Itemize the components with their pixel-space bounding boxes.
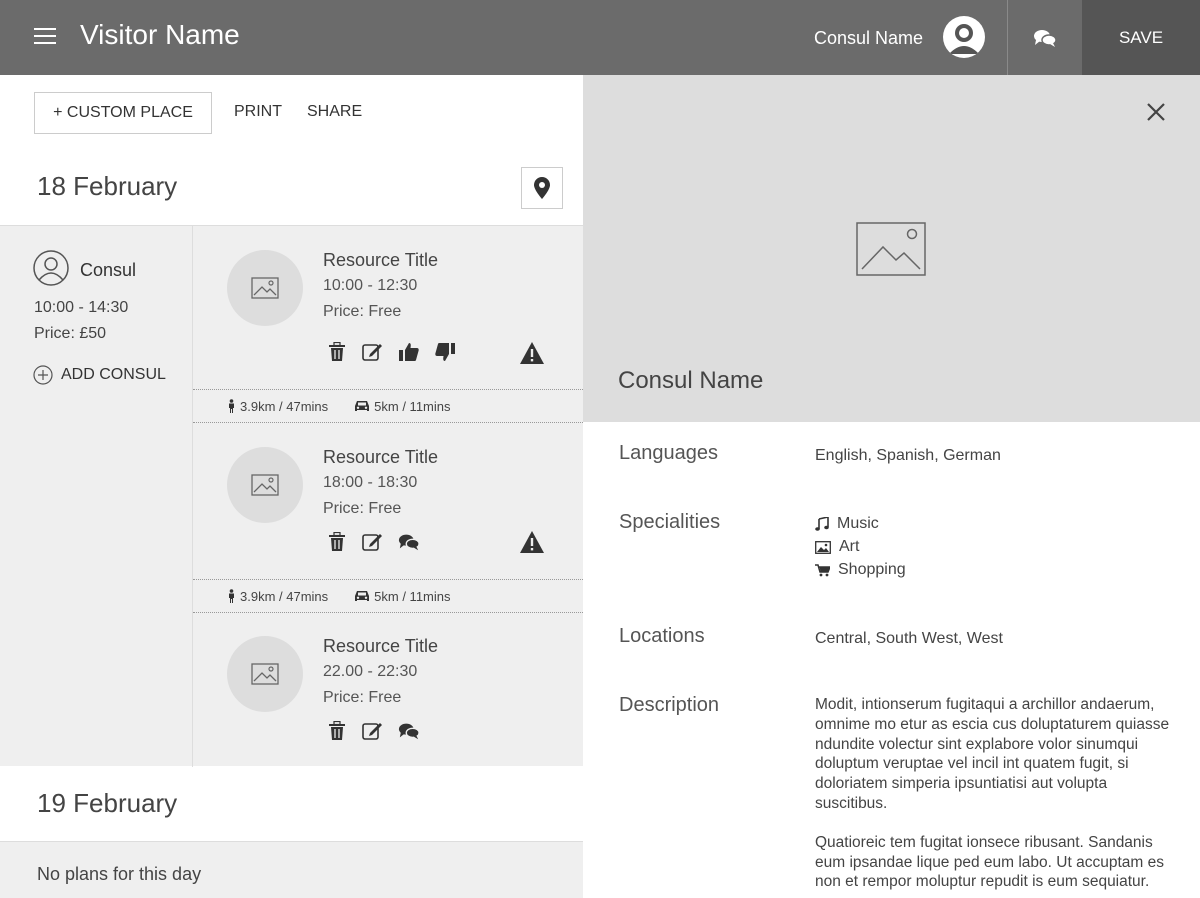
add-consul-label: ADD CONSUL <box>61 366 166 383</box>
resource-card[interactable]: Resource Title 22.00 - 22:30 Price: Free <box>193 613 583 766</box>
specialities-label: Specialities <box>619 511 721 533</box>
description-paragraph: Quatioreic tem fugitat ionsece ribusant.… <box>815 833 1164 891</box>
trash-icon[interactable] <box>326 720 348 742</box>
resource-actions <box>326 341 456 363</box>
speciality-label: Music <box>837 515 879 532</box>
page-title: Visitor Name <box>80 19 240 50</box>
resource-actions <box>326 720 420 742</box>
car-icon <box>355 591 370 601</box>
resource-time: 18:00 - 18:30 <box>323 474 418 491</box>
day-title: 19 February <box>37 788 178 818</box>
image-placeholder-icon <box>227 636 303 712</box>
thumbs-down-icon[interactable] <box>434 341 456 363</box>
image-placeholder-icon <box>227 250 303 326</box>
resource-title[interactable]: Resource Title <box>323 447 438 468</box>
warning-icon[interactable] <box>519 530 545 554</box>
print-button[interactable]: PRINT <box>234 103 282 121</box>
resource-price: Price: Free <box>323 303 402 320</box>
custom-place-button[interactable]: + CUSTOM PLACE <box>34 92 212 134</box>
trash-icon[interactable] <box>326 531 348 553</box>
map-pin-icon <box>534 177 550 199</box>
edit-icon[interactable] <box>362 531 384 553</box>
walk-distance: 3.9km / 47mins <box>240 588 329 604</box>
languages-label: Languages <box>619 442 718 464</box>
speciality-label: Shopping <box>838 561 906 578</box>
walk-icon <box>229 399 234 413</box>
resource-time: 10:00 - 12:30 <box>323 277 418 294</box>
avatar[interactable] <box>943 16 985 58</box>
locations-value: Central, South West, West <box>815 630 1003 647</box>
consul-header-name[interactable]: Consul Name <box>814 28 923 49</box>
share-button[interactable]: SHARE <box>307 103 362 121</box>
walk-icon <box>229 589 234 603</box>
travel-info: 3.9km / 47mins 5km / 11mins <box>193 389 583 423</box>
locations-label: Locations <box>619 625 705 647</box>
speciality-item: Art <box>815 538 906 556</box>
resource-card[interactable]: Resource Title 18:00 - 18:30 Price: Free <box>193 423 583 580</box>
consul-time: 10:00 - 14:30 <box>34 299 129 316</box>
resource-actions <box>326 531 420 553</box>
chat-button[interactable] <box>1008 0 1082 75</box>
user-icon <box>33 250 69 286</box>
trash-icon[interactable] <box>326 341 348 363</box>
resource-card[interactable]: Resource Title 10:00 - 12:30 Price: Free <box>193 225 583 389</box>
consul-name: Consul Name <box>618 367 764 394</box>
consul-price: Price: £50 <box>34 325 107 342</box>
walk-distance: 3.9km / 47mins <box>240 398 329 414</box>
drive-distance: 5km / 11mins <box>374 588 451 604</box>
resource-title[interactable]: Resource Title <box>323 636 438 657</box>
save-button[interactable]: SAVE <box>1082 0 1200 75</box>
close-icon[interactable] <box>1143 99 1169 125</box>
itinerary-panel: + CUSTOM PLACE PRINT SHARE 18 February C… <box>0 75 583 898</box>
thumbs-up-icon[interactable] <box>398 341 420 363</box>
specialities-list: Music Art Shopping <box>815 515 906 584</box>
resource-price: Price: Free <box>323 689 402 706</box>
image-icon <box>815 540 831 554</box>
languages-value: English, Spanish, German <box>815 447 1001 464</box>
edit-icon[interactable] <box>362 720 384 742</box>
consul-column: Consul 10:00 - 14:30 Price: £50 ADD CONS… <box>0 226 193 767</box>
chat-icon[interactable] <box>398 720 420 742</box>
image-placeholder-icon <box>856 222 926 276</box>
travel-info: 3.9km / 47mins 5km / 11mins <box>193 579 583 613</box>
description-label: Description <box>619 694 720 716</box>
warning-icon[interactable] <box>519 341 545 365</box>
map-button[interactable] <box>521 167 563 209</box>
edit-icon[interactable] <box>362 341 384 363</box>
resource-price: Price: Free <box>323 500 402 517</box>
speciality-label: Art <box>839 538 860 555</box>
description-text: Modit, intionserum fugitaqui a archillor… <box>815 695 1175 898</box>
resource-title[interactable]: Resource Title <box>323 250 438 271</box>
speciality-item: Shopping <box>815 561 906 579</box>
empty-day-message: No plans for this day <box>0 841 583 898</box>
description-paragraph: Modit, intionserum fugitaqui a archillor… <box>815 696 1170 812</box>
day-title: 18 February <box>37 171 178 201</box>
drive-distance: 5km / 11mins <box>374 398 451 414</box>
chat-icon[interactable] <box>398 531 420 553</box>
image-placeholder-icon <box>227 447 303 523</box>
plus-circle-icon <box>33 365 53 385</box>
app-header: Visitor Name Consul Name SAVE <box>0 0 1200 75</box>
shopping-cart-icon <box>815 563 830 576</box>
speciality-item: Music <box>815 515 906 533</box>
hamburger-menu-icon[interactable] <box>34 28 56 46</box>
car-icon <box>355 401 370 411</box>
consul-detail-panel: Consul Name Languages English, Spanish, … <box>583 75 1200 898</box>
consul-label: Consul <box>80 260 137 280</box>
consul-hero: Consul Name <box>583 75 1200 422</box>
music-icon <box>815 517 829 531</box>
add-consul-button[interactable]: ADD CONSUL <box>33 365 166 385</box>
chat-icon <box>1034 29 1057 47</box>
resource-time: 22.00 - 22:30 <box>323 663 418 680</box>
